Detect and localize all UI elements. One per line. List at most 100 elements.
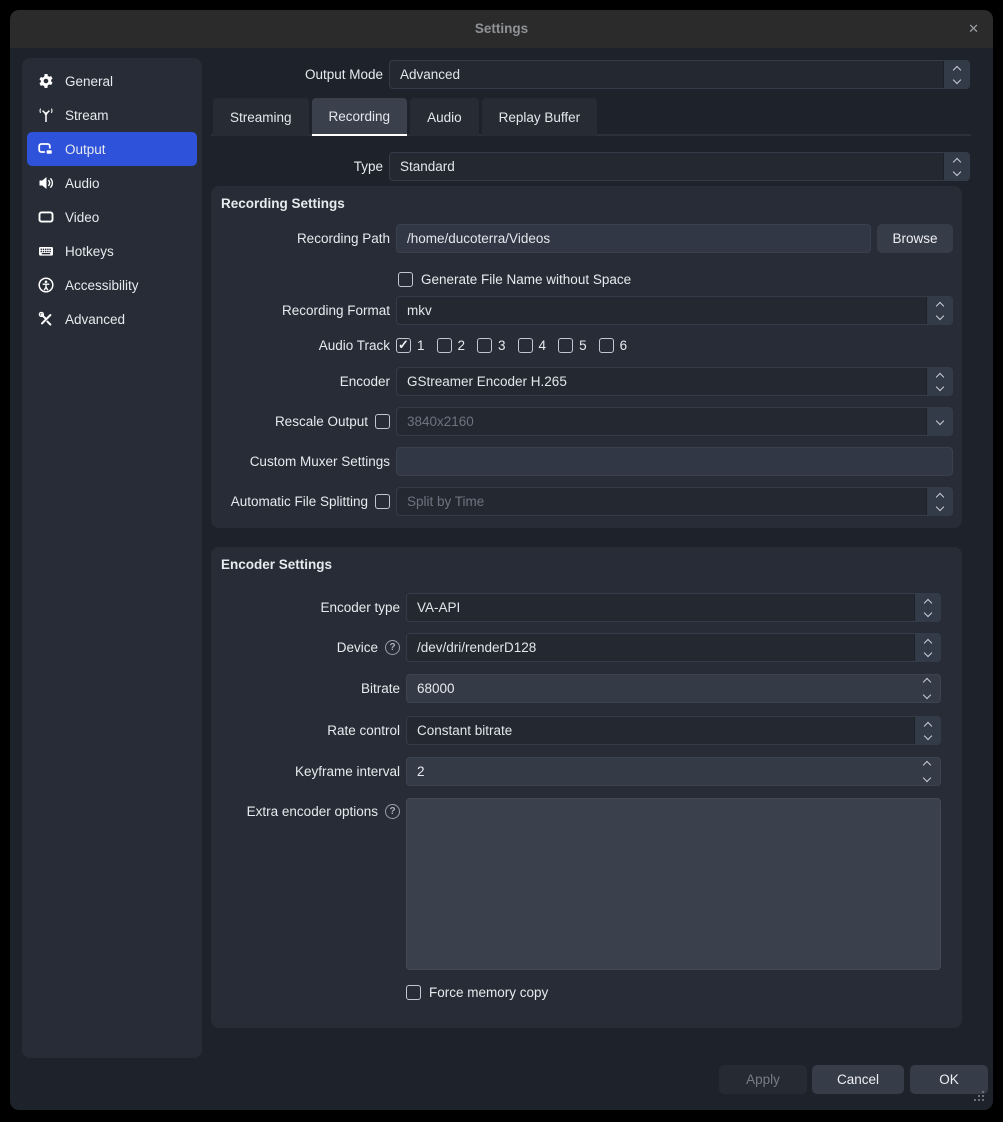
sidebar-item-label: Audio bbox=[65, 176, 100, 191]
custom-muxer-row: Custom Muxer Settings bbox=[211, 447, 962, 476]
help-icon[interactable]: ? bbox=[385, 640, 400, 655]
browse-button[interactable]: Browse bbox=[877, 224, 953, 253]
recording-settings-title: Recording Settings bbox=[221, 196, 345, 211]
sidebar-item-accessibility[interactable]: Accessibility bbox=[27, 268, 197, 302]
recording-format-select[interactable]: mkv bbox=[396, 296, 953, 325]
rescale-resolution-select[interactable]: 3840x2160 bbox=[396, 407, 953, 436]
custom-muxer-label: Custom Muxer Settings bbox=[211, 454, 390, 469]
sidebar-item-label: Advanced bbox=[65, 312, 125, 327]
rate-control-label: Rate control bbox=[211, 723, 400, 738]
combo-arrows bbox=[943, 153, 969, 180]
keyframe-interval-spinner[interactable]: 2 bbox=[406, 757, 941, 786]
audio-track-6[interactable]: 6 bbox=[599, 338, 628, 353]
tab-replay-buffer[interactable]: Replay Buffer bbox=[482, 98, 598, 136]
audio-track-checkboxes: ✓1 2 3 4 5 6 bbox=[396, 338, 627, 353]
sidebar-item-advanced[interactable]: Advanced bbox=[27, 302, 197, 336]
encoder-value: GStreamer Encoder H.265 bbox=[397, 374, 567, 389]
audio-track-1[interactable]: ✓1 bbox=[396, 338, 425, 353]
chevron-up-icon[interactable] bbox=[923, 761, 931, 769]
auto-file-splitting-checkbox[interactable] bbox=[375, 494, 390, 509]
custom-muxer-input[interactable] bbox=[396, 447, 953, 476]
output-mode-value: Advanced bbox=[390, 67, 460, 82]
audio-track-4[interactable]: 4 bbox=[518, 338, 547, 353]
sidebar-item-label: Accessibility bbox=[65, 278, 139, 293]
cancel-button[interactable]: Cancel bbox=[812, 1065, 904, 1094]
audio-track-label: Audio Track bbox=[211, 338, 390, 353]
audio-track-6-checkbox[interactable] bbox=[599, 338, 614, 353]
sidebar-item-label: Stream bbox=[65, 108, 109, 123]
bitrate-row: Bitrate 68000 bbox=[211, 674, 962, 703]
audio-track-4-checkbox[interactable] bbox=[518, 338, 533, 353]
sidebar-item-video[interactable]: Video bbox=[27, 200, 197, 234]
force-memory-copy-checkbox[interactable] bbox=[406, 985, 421, 1000]
encoder-label: Encoder bbox=[211, 374, 390, 389]
generate-no-space-label: Generate File Name without Space bbox=[421, 272, 631, 287]
sidebar-item-stream[interactable]: Stream bbox=[27, 98, 197, 132]
chevron-down-icon[interactable] bbox=[923, 774, 931, 782]
tools-icon bbox=[38, 311, 54, 327]
audio-track-row: Audio Track ✓1 2 3 4 5 6 bbox=[211, 337, 962, 353]
type-select[interactable]: Standard bbox=[389, 152, 970, 181]
bitrate-spinner[interactable]: 68000 bbox=[406, 674, 941, 703]
combo-arrows bbox=[926, 368, 952, 395]
audio-track-3[interactable]: 3 bbox=[477, 338, 506, 353]
rate-control-select[interactable]: Constant bitrate bbox=[406, 716, 941, 745]
encoder-select[interactable]: GStreamer Encoder H.265 bbox=[396, 367, 953, 396]
auto-file-splitting-label: Automatic File Splitting bbox=[231, 494, 368, 509]
encoder-settings-title: Encoder Settings bbox=[221, 557, 332, 572]
audio-track-2[interactable]: 2 bbox=[437, 338, 466, 353]
output-mode-select[interactable]: Advanced bbox=[389, 60, 970, 89]
chevron-down-icon bbox=[935, 502, 943, 510]
chevron-up-icon bbox=[935, 492, 943, 500]
encoder-row: Encoder GStreamer Encoder H.265 bbox=[211, 367, 962, 396]
help-icon[interactable]: ? bbox=[385, 804, 400, 819]
titlebar[interactable]: Settings ✕ bbox=[10, 10, 993, 48]
tab-streaming[interactable]: Streaming bbox=[213, 98, 309, 136]
recording-format-row: Recording Format mkv bbox=[211, 296, 962, 325]
keyframe-interval-row: Keyframe interval 2 bbox=[211, 757, 962, 786]
split-mode-select[interactable]: Split by Time bbox=[396, 487, 953, 516]
sidebar-item-output[interactable]: Output bbox=[27, 132, 197, 166]
broadcast-icon bbox=[38, 107, 54, 123]
audio-track-2-checkbox[interactable] bbox=[437, 338, 452, 353]
close-button[interactable]: ✕ bbox=[968, 10, 979, 48]
keyframe-interval-value: 2 bbox=[407, 764, 425, 779]
sidebar-item-audio[interactable]: Audio bbox=[27, 166, 197, 200]
device-row: Device? /dev/dri/renderD128 bbox=[211, 633, 962, 662]
chevron-down-icon bbox=[952, 167, 960, 175]
tab-audio[interactable]: Audio bbox=[410, 98, 479, 136]
generate-no-space-checkbox[interactable] bbox=[398, 272, 413, 287]
audio-track-5[interactable]: 5 bbox=[558, 338, 587, 353]
sidebar-item-general[interactable]: General bbox=[27, 64, 197, 98]
chevron-up-icon bbox=[935, 372, 943, 380]
device-label: Device bbox=[337, 640, 378, 655]
sidebar-item-hotkeys[interactable]: Hotkeys bbox=[27, 234, 197, 268]
tab-recording[interactable]: Recording bbox=[312, 98, 408, 136]
resize-grip[interactable] bbox=[972, 1089, 985, 1102]
settings-sidebar: General Stream Output Audio Video Hotkey… bbox=[22, 58, 202, 1058]
display-icon bbox=[38, 209, 54, 225]
device-select[interactable]: /dev/dri/renderD128 bbox=[406, 633, 941, 662]
force-memory-copy-label: Force memory copy bbox=[429, 985, 548, 1000]
auto-file-splitting-row: Automatic File Splitting Split by Time bbox=[211, 487, 962, 516]
type-label: Type bbox=[211, 159, 383, 174]
extra-options-textarea[interactable] bbox=[406, 798, 941, 970]
rescale-output-checkbox[interactable] bbox=[375, 414, 390, 429]
encoder-type-select[interactable]: VA-API bbox=[406, 593, 941, 622]
encoder-type-row: Encoder type VA-API bbox=[211, 593, 962, 622]
audio-track-1-checkbox[interactable]: ✓ bbox=[396, 338, 411, 353]
chevron-down-icon[interactable] bbox=[923, 691, 931, 699]
bitrate-value: 68000 bbox=[407, 681, 455, 696]
encoder-settings-panel: Encoder Settings Encoder type VA-API Dev… bbox=[211, 547, 962, 1028]
apply-button[interactable]: Apply bbox=[719, 1065, 807, 1094]
recording-path-label: Recording Path bbox=[211, 231, 390, 246]
rescale-output-row: Rescale Output 3840x2160 bbox=[211, 407, 962, 436]
audio-track-3-checkbox[interactable] bbox=[477, 338, 492, 353]
generate-no-space-row: Generate File Name without Space bbox=[398, 265, 962, 294]
chevron-up-icon[interactable] bbox=[923, 678, 931, 686]
audio-track-5-checkbox[interactable] bbox=[558, 338, 573, 353]
sidebar-item-label: Hotkeys bbox=[65, 244, 114, 259]
recording-path-input[interactable] bbox=[396, 224, 871, 253]
recording-settings-panel: Recording Settings Recording Path Browse… bbox=[211, 186, 962, 528]
combo-arrows bbox=[914, 717, 940, 744]
